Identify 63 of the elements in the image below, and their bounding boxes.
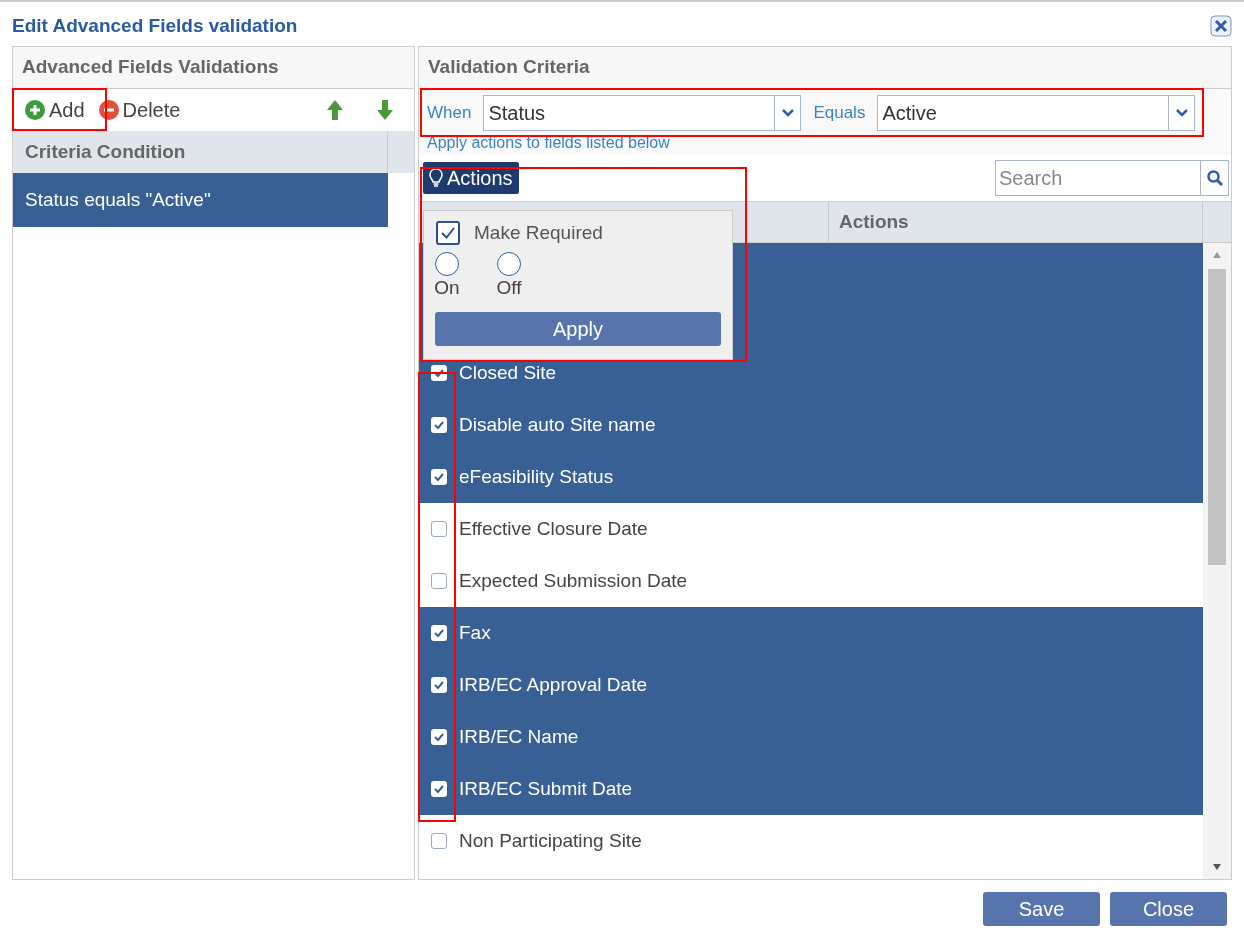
check-icon (433, 783, 445, 795)
column-header: Criteria Condition (25, 139, 186, 164)
dropdown-caret-icon (1175, 109, 1188, 117)
panel-title: Advanced Fields Validations (22, 55, 279, 80)
search-button[interactable] (1201, 160, 1229, 196)
check-icon (433, 679, 445, 691)
option-label: Make Required (474, 221, 603, 245)
checkbox[interactable] (431, 417, 447, 433)
radio-label: On (434, 275, 460, 300)
check-icon (433, 627, 445, 639)
check-icon (433, 367, 445, 379)
field-name: Disable auto Site name (459, 412, 656, 437)
check-icon (433, 471, 445, 483)
apply-button[interactable]: Apply (435, 311, 721, 346)
plus-icon (25, 100, 45, 120)
radio-button[interactable] (435, 251, 459, 276)
lightbulb-icon (429, 168, 443, 188)
hint-text: Apply actions to fields listed below (427, 134, 670, 151)
checkbox[interactable] (431, 677, 447, 693)
column-header: Actions (839, 209, 909, 234)
checkbox[interactable] (431, 573, 447, 589)
when-dropdown[interactable]: Status (483, 95, 802, 131)
field-name: Non Participating Site (459, 828, 642, 853)
footer-button[interactable]: Save (983, 892, 1100, 926)
radio-button[interactable] (497, 251, 521, 276)
dropdown-caret-icon (781, 109, 794, 117)
panel-title: Validation Criteria (428, 55, 590, 80)
search-field[interactable]: Search (995, 160, 1201, 196)
radio-label: Off (496, 275, 522, 300)
actions-button[interactable]: Actions (423, 162, 519, 194)
field-name: Expected Submission Date (459, 568, 688, 593)
field-name: Fax (459, 620, 491, 645)
scrollbar[interactable] (1203, 243, 1231, 879)
field-name: Effective Closure Date (459, 516, 648, 541)
minus-icon (98, 100, 119, 120)
equals-label: Equals (813, 102, 866, 125)
checkbox[interactable] (431, 521, 447, 537)
equals-dropdown[interactable]: Active (877, 95, 1196, 131)
arrow-up-icon[interactable] (326, 99, 344, 121)
checkbox[interactable] (436, 221, 460, 246)
add-button[interactable]: Add (21, 93, 89, 127)
criteria-row[interactable]: Status equals "Active" (13, 173, 388, 227)
checkbox[interactable] (431, 833, 447, 849)
field-name: IRB/EC Approval Date (459, 672, 647, 697)
scroll-up-icon[interactable] (1212, 251, 1222, 259)
search-icon (1206, 170, 1223, 186)
dialog-title: Edit Advanced Fields validation (12, 13, 298, 38)
check-icon (433, 419, 445, 431)
when-label: When (427, 102, 472, 125)
checkbox[interactable] (431, 729, 447, 745)
scroll-down-icon[interactable] (1212, 863, 1222, 871)
checkbox[interactable] (431, 469, 447, 485)
delete-button[interactable]: Delete (94, 93, 185, 127)
checkbox[interactable] (431, 781, 447, 797)
field-name: IRB/EC Submit Date (459, 776, 633, 801)
checkbox[interactable] (431, 625, 447, 641)
field-name: eFeasibility Status (459, 464, 614, 489)
close-icon[interactable] (1210, 15, 1232, 37)
arrow-down-icon[interactable] (376, 99, 394, 121)
check-icon (433, 731, 445, 743)
footer-button[interactable]: Close (1110, 892, 1227, 926)
field-name: Closed Site (459, 360, 557, 385)
field-name: IRB/EC Name (459, 724, 579, 749)
